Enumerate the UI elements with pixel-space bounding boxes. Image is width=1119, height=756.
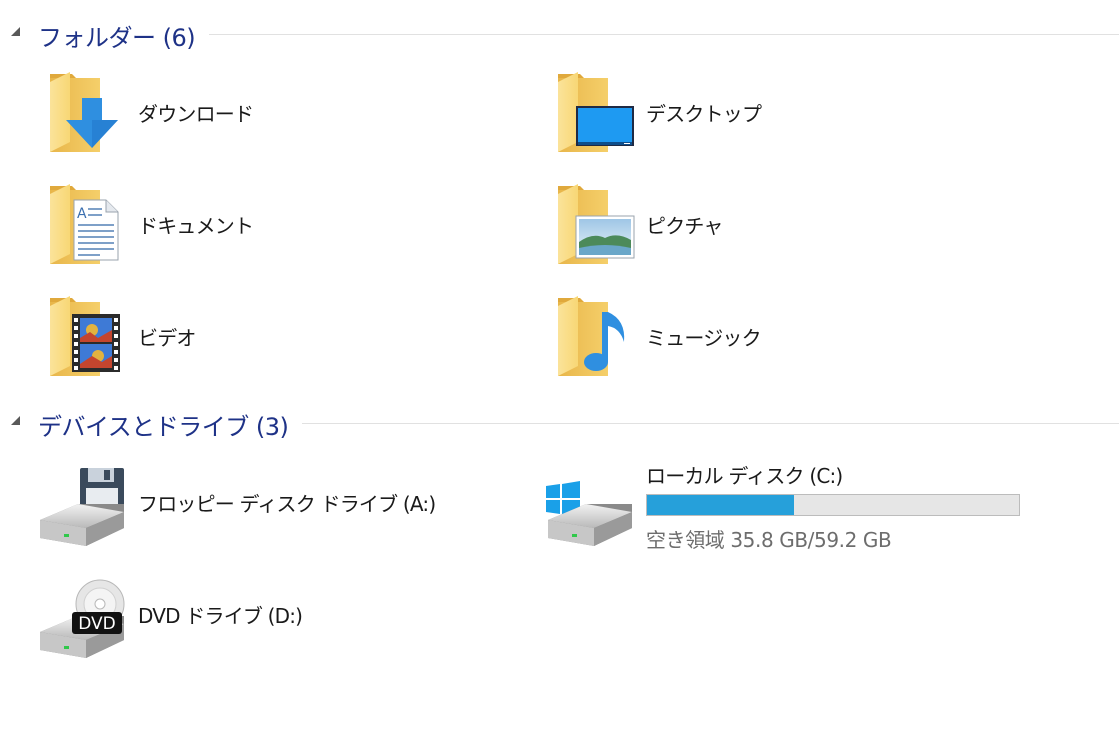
dvd-badge: DVD — [78, 614, 116, 634]
folder-label: ミュージック — [646, 326, 762, 350]
drive-item-floppy[interactable]: フロッピー ディスク ドライブ (A:) — [38, 458, 538, 554]
group-title-folders: フォルダー (6) — [38, 24, 196, 52]
drive-label: DVD ドライブ (D:) — [138, 604, 303, 628]
collapse-arrow-icon[interactable] — [11, 416, 20, 425]
group-divider — [302, 423, 1119, 424]
floppy-drive-icon — [38, 458, 138, 554]
capacity-bar — [646, 494, 1020, 516]
folder-item-videos[interactable]: ビデオ — [46, 292, 526, 388]
group-divider — [209, 34, 1119, 35]
documents-folder-icon: A — [46, 180, 142, 276]
folder-item-desktop[interactable]: デスクトップ — [554, 68, 1034, 164]
free-space-text: 空き領域 35.8 GB/59.2 GB — [646, 528, 892, 552]
local-disk-icon — [546, 458, 646, 554]
drive-label: ローカル ディスク (C:) — [646, 464, 843, 488]
folder-item-pictures[interactable]: ピクチャ — [554, 180, 1034, 276]
folder-item-downloads[interactable]: ダウンロード — [46, 68, 526, 164]
folder-label: ビデオ — [138, 326, 196, 350]
folder-label: ダウンロード — [138, 102, 254, 126]
group-title-devices: デバイスとドライブ (3) — [38, 413, 289, 441]
drive-item-local-disk[interactable]: ローカル ディスク (C:) 空き領域 35.8 GB/59.2 GB — [546, 458, 1046, 554]
download-folder-icon — [46, 68, 142, 164]
group-header-folders[interactable]: フォルダー (6) — [0, 14, 1119, 54]
videos-folder-icon — [46, 292, 142, 388]
drive-item-dvd[interactable]: DVD DVD ドライブ (D:) — [38, 570, 538, 666]
desktop-folder-icon — [554, 68, 650, 164]
dvd-drive-icon: DVD — [38, 570, 138, 666]
folder-label: デスクトップ — [646, 102, 762, 126]
collapse-arrow-icon[interactable] — [11, 27, 20, 36]
folder-label: ドキュメント — [138, 214, 254, 238]
drive-label: フロッピー ディスク ドライブ (A:) — [138, 492, 436, 516]
folder-item-documents[interactable]: A ドキュメント — [46, 180, 526, 276]
folder-label: ピクチャ — [646, 214, 723, 238]
folder-item-music[interactable]: ミュージック — [554, 292, 1034, 388]
group-header-devices[interactable]: デバイスとドライブ (3) — [0, 403, 1119, 443]
capacity-fill — [647, 495, 794, 515]
music-folder-icon — [554, 292, 650, 388]
pictures-folder-icon — [554, 180, 650, 276]
svg-text:A: A — [77, 206, 87, 222]
